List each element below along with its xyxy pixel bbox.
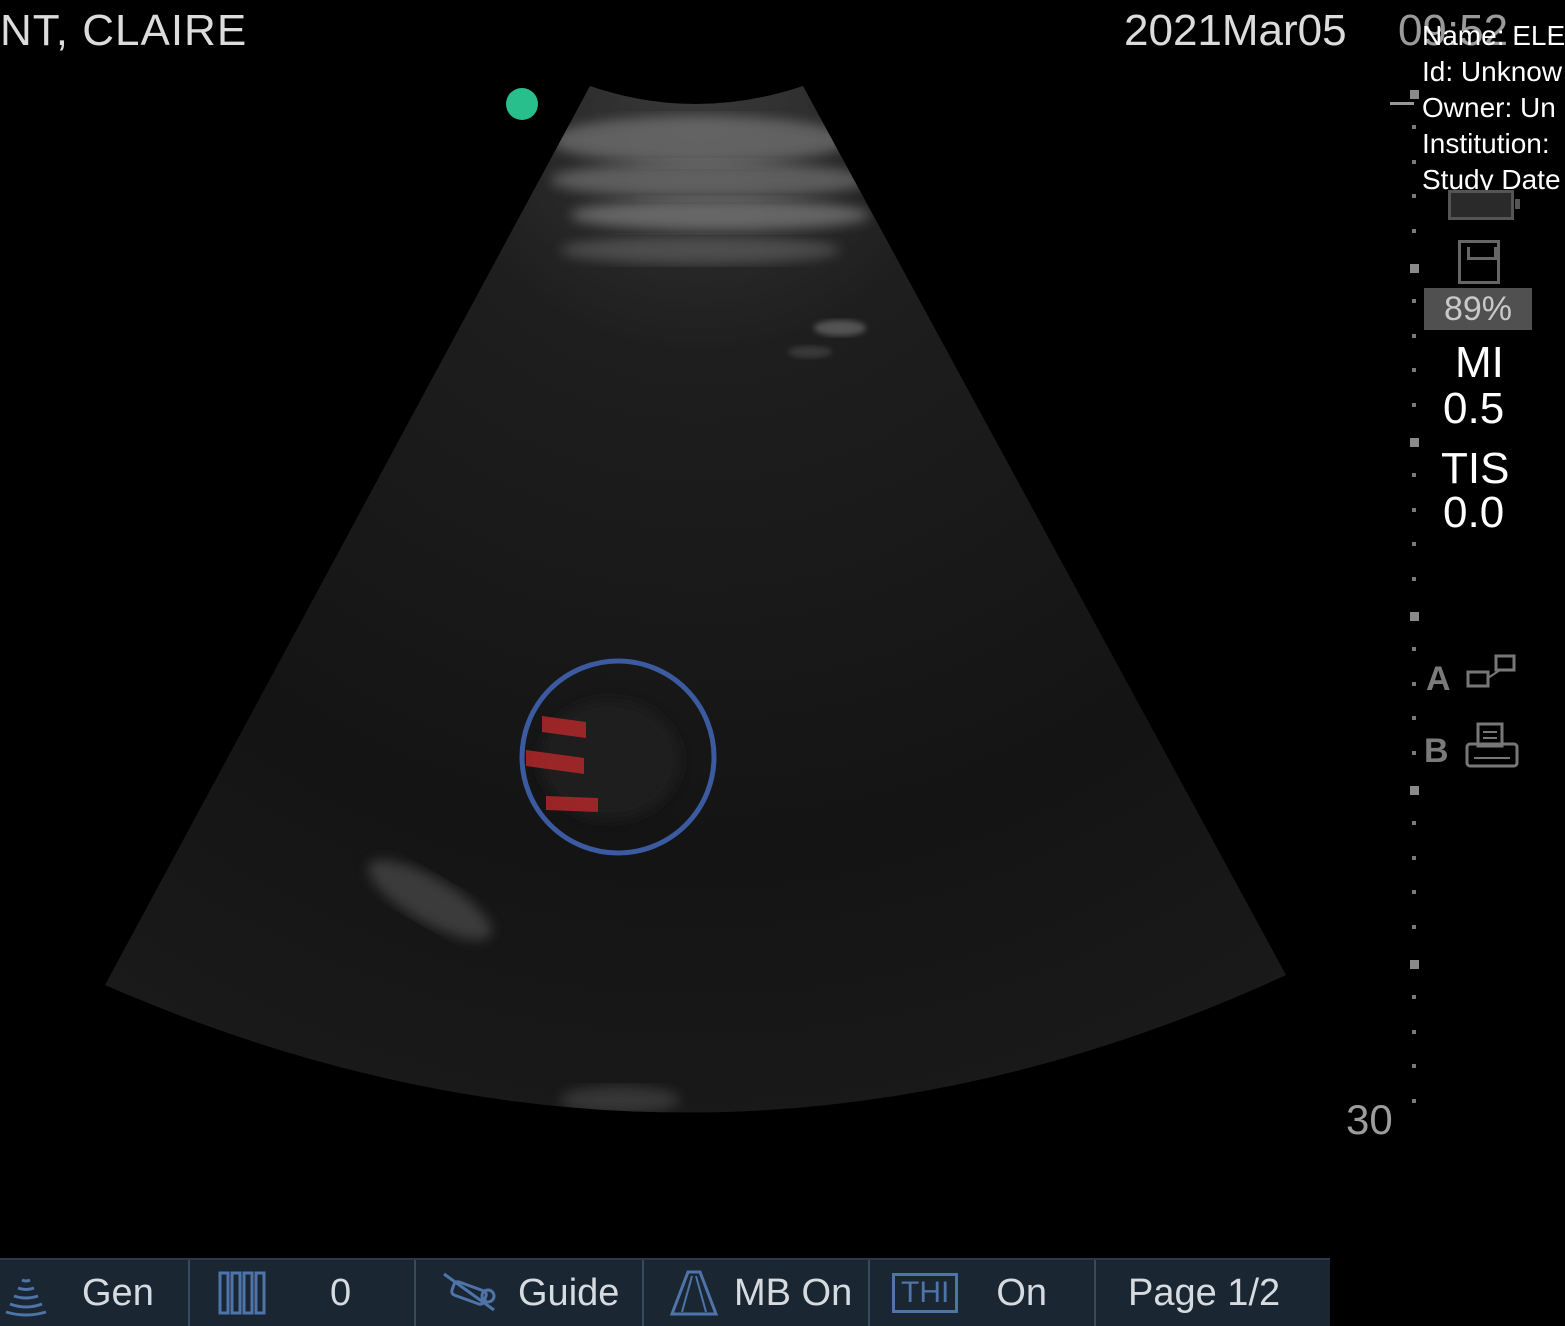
preset-label: Gen [82, 1271, 154, 1314]
scale-tick [1412, 333, 1416, 338]
scale-tick [1412, 1099, 1416, 1104]
scale-top-dash [1390, 102, 1414, 105]
scale-major-tick [1410, 786, 1419, 795]
scale-tick [1412, 403, 1416, 408]
scale-tick [1412, 751, 1416, 756]
scale-major-tick [1410, 264, 1419, 273]
battery-icon [1448, 190, 1520, 220]
meta-name: Name: ELE [1422, 20, 1565, 51]
display-icon[interactable] [1466, 654, 1516, 690]
scale-tick [1412, 646, 1416, 651]
beam-icon [669, 1270, 719, 1316]
scale-tick [1412, 855, 1416, 860]
guide-button[interactable]: Guide [416, 1260, 644, 1326]
orientation-marker [506, 88, 538, 120]
scale-tick [1412, 681, 1416, 686]
exam-date: 2021Mar05 [1124, 6, 1347, 55]
tis-label: TIS [1441, 444, 1510, 493]
scale-tick [1412, 194, 1416, 199]
scale-tick [1412, 994, 1416, 999]
scale-tick [1412, 542, 1416, 547]
scale-tick [1412, 716, 1416, 721]
probe-icon [5, 1278, 47, 1317]
scale-tick [1412, 1029, 1416, 1034]
bottom-toolbar: Gen 0 Guide MB On THI On Page 1/2 [0, 1258, 1330, 1326]
gain-bars-icon [218, 1271, 266, 1315]
save-icon[interactable] [1458, 240, 1500, 284]
scale-major-tick [1410, 90, 1419, 99]
thi-value: On [996, 1271, 1048, 1314]
meta-owner: Owner: Un [1422, 92, 1556, 123]
scale-tick [1412, 368, 1416, 373]
patient-metadata: Name: ELE Id: Unknow Owner: Un Instituti… [1422, 18, 1565, 198]
scale-major-tick [1410, 960, 1419, 969]
meta-institution: Institution: [1422, 128, 1550, 159]
guide-label: Guide [518, 1271, 620, 1314]
meta-id: Id: Unknow [1422, 56, 1563, 87]
printer-icon[interactable] [1464, 722, 1520, 772]
scale-tick [1412, 229, 1416, 234]
preset-button[interactable]: Gen [0, 1260, 190, 1326]
scale-tick [1412, 472, 1416, 477]
mi-value: 0.5 [1443, 384, 1505, 433]
scale-tick [1412, 159, 1416, 164]
mi-label: MI [1455, 338, 1504, 387]
battery-percent: 89% [1424, 288, 1532, 330]
scale-tick [1412, 925, 1416, 930]
thi-badge: THI [892, 1273, 959, 1313]
scale-major-tick [1410, 612, 1419, 621]
a-label: A [1426, 660, 1451, 698]
mb-label: MB On [734, 1271, 853, 1314]
depth-scale [1390, 90, 1424, 1130]
scale-tick [1412, 298, 1416, 303]
page-label: Page 1/2 [1128, 1271, 1281, 1314]
b-label: B [1424, 732, 1449, 770]
scale-tick [1412, 577, 1416, 582]
needle-guide-icon [443, 1272, 496, 1312]
scale-tick [1412, 124, 1416, 129]
page-button[interactable]: Page 1/2 [1096, 1260, 1330, 1326]
scale-tick [1412, 1064, 1416, 1069]
ultrasound-image [105, 86, 1286, 1113]
tis-value: 0.0 [1443, 488, 1505, 537]
thi-button[interactable]: THI On [870, 1260, 1096, 1326]
gain-button[interactable]: 0 [190, 1260, 416, 1326]
gain-value: 0 [330, 1271, 352, 1314]
mb-button[interactable]: MB On [644, 1260, 870, 1326]
scale-tick [1412, 507, 1416, 512]
depth-max-label: 30 [1346, 1096, 1393, 1143]
scale-major-tick [1410, 438, 1419, 447]
scale-tick [1412, 820, 1416, 825]
scale-tick [1412, 890, 1416, 895]
patient-name: NT, CLAIRE [0, 6, 248, 55]
